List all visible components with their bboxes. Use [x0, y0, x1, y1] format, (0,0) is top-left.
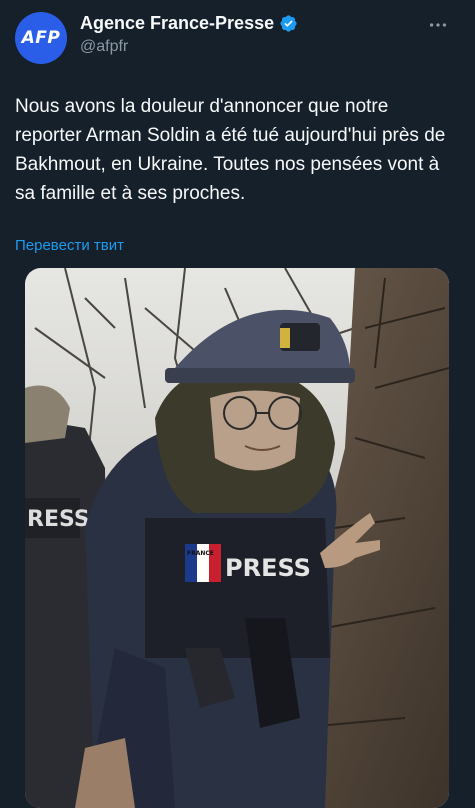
author-handle[interactable]: @afpfr — [80, 38, 128, 56]
avatar-text: AFP — [21, 28, 61, 48]
vest-press-label: PRESS — [225, 554, 311, 582]
tweet-photo[interactable]: RESS FRANCE PRESS — [25, 268, 449, 808]
left-vest-label: RESS — [27, 507, 90, 532]
tweet-header: AFP Agence France-Presse @afpfr — [0, 0, 475, 80]
flag-label: FRANCE — [187, 550, 214, 557]
photo-illustration: RESS FRANCE PRESS — [25, 268, 449, 808]
tweet-text: Nous avons la douleur d'annoncer que not… — [15, 96, 446, 204]
more-options-icon[interactable] — [427, 14, 449, 36]
translate-tweet-link[interactable]: Перевести твит — [15, 237, 124, 254]
verified-badge-icon — [280, 15, 297, 32]
avatar[interactable]: AFP — [15, 12, 67, 64]
display-name[interactable]: Agence France-Presse — [80, 13, 274, 34]
author-name-row[interactable]: Agence France-Presse — [80, 13, 298, 34]
